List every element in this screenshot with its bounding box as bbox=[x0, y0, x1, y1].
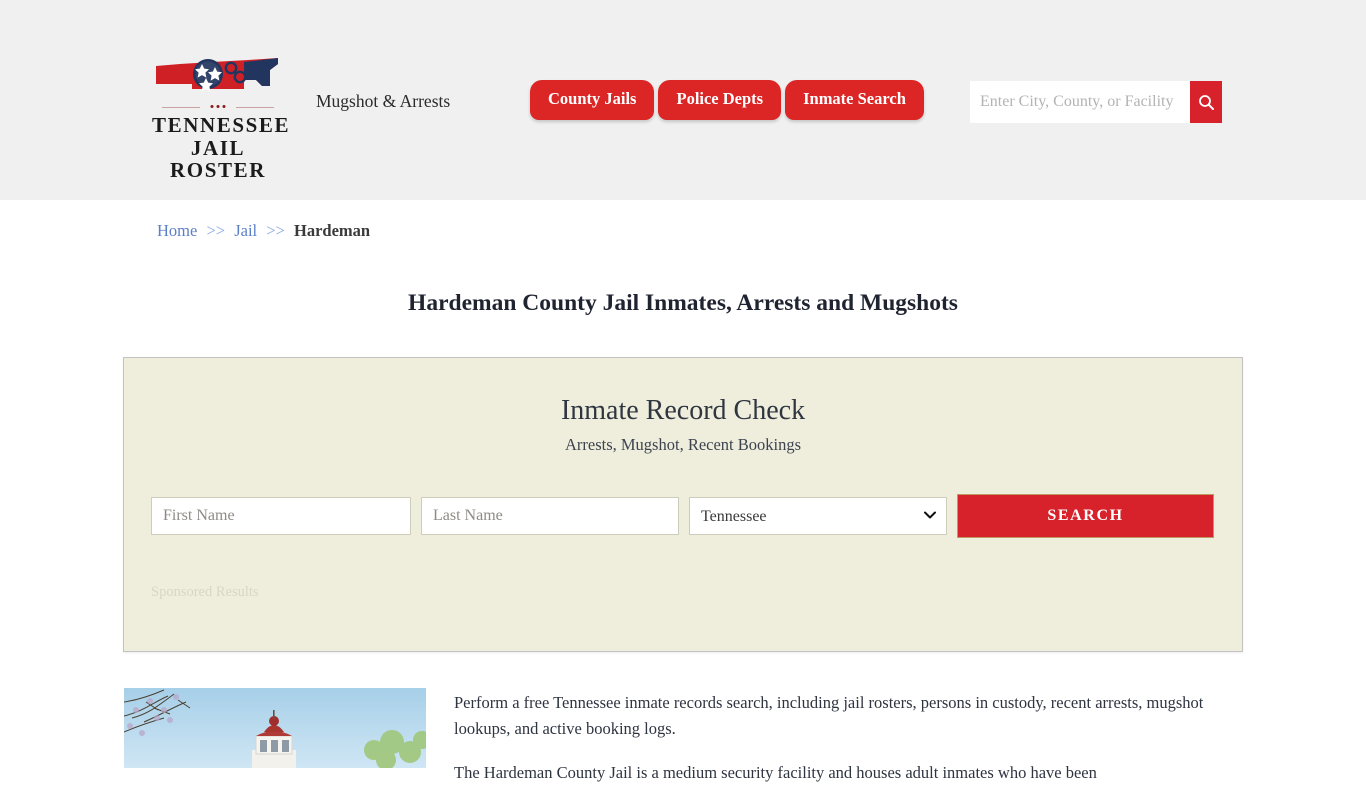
breadcrumb-home[interactable]: Home bbox=[157, 221, 197, 240]
content-paragraph-1: Perform a free Tennessee inmate records … bbox=[454, 693, 1204, 738]
breadcrumb-separator-1: >> bbox=[206, 221, 226, 240]
search-submit-button[interactable]: SEARCH bbox=[957, 494, 1214, 538]
breadcrumb-separator-2: >> bbox=[266, 221, 285, 240]
sponsored-results-label: Sponsored Results bbox=[151, 584, 259, 600]
content-body: Perform a free Tennessee inmate records … bbox=[454, 690, 1210, 804]
state-select-wrapper: Tennessee bbox=[689, 497, 947, 535]
breadcrumb-jail[interactable]: Jail bbox=[234, 221, 257, 240]
inmate-record-check-panel: Inmate Record Check Arrests, Mugshot, Re… bbox=[123, 357, 1243, 652]
inmate-search-form: Tennessee SEARCH bbox=[151, 494, 1215, 538]
courthouse-photo-image bbox=[124, 688, 426, 768]
panel-subtitle: Arrests, Mugshot, Recent Bookings bbox=[564, 434, 802, 454]
nav-tab-county-jails[interactable]: County Jails bbox=[530, 80, 655, 120]
logo-text-line2: JAIL ROSTER bbox=[170, 135, 266, 183]
site-header: TENNESSEE JAIL ROSTER Mugshot & Arrests … bbox=[0, 0, 1366, 200]
last-name-input[interactable] bbox=[421, 497, 679, 535]
breadcrumb-current: Hardeman bbox=[294, 221, 371, 240]
tennessee-state-handcuffs-logo-icon bbox=[156, 58, 278, 92]
first-name-input[interactable] bbox=[151, 497, 411, 535]
header-search bbox=[970, 81, 1222, 123]
search-icon bbox=[1198, 94, 1214, 110]
header-search-input[interactable] bbox=[970, 81, 1190, 123]
site-tagline: Mugshot & Arrests bbox=[316, 91, 451, 111]
header-search-button[interactable] bbox=[1190, 81, 1222, 123]
state-select[interactable]: Tennessee bbox=[689, 497, 947, 535]
courthouse-photo bbox=[124, 688, 426, 768]
content-paragraph-2: The Hardeman County Jail is a medium sec… bbox=[454, 763, 1097, 782]
main-navigation: County Jails Police Depts Inmate Search bbox=[530, 80, 924, 120]
page-title: Hardeman County Jail Inmates, Arrests an… bbox=[408, 289, 958, 316]
logo-text-line1: TENNESSEE bbox=[152, 113, 291, 137]
logo-divider bbox=[162, 103, 274, 112]
breadcrumb: Home >> Jail >> Hardeman bbox=[157, 221, 370, 241]
site-logo[interactable]: TENNESSEE JAIL ROSTER bbox=[152, 50, 291, 183]
header-inner: TENNESSEE JAIL ROSTER Mugshot & Arrests … bbox=[0, 0, 1366, 200]
nav-tab-police-depts[interactable]: Police Depts bbox=[658, 80, 782, 120]
panel-title: Inmate Record Check bbox=[560, 395, 806, 426]
nav-tab-inmate-search[interactable]: Inmate Search bbox=[785, 80, 924, 120]
logo-dots bbox=[210, 105, 226, 108]
